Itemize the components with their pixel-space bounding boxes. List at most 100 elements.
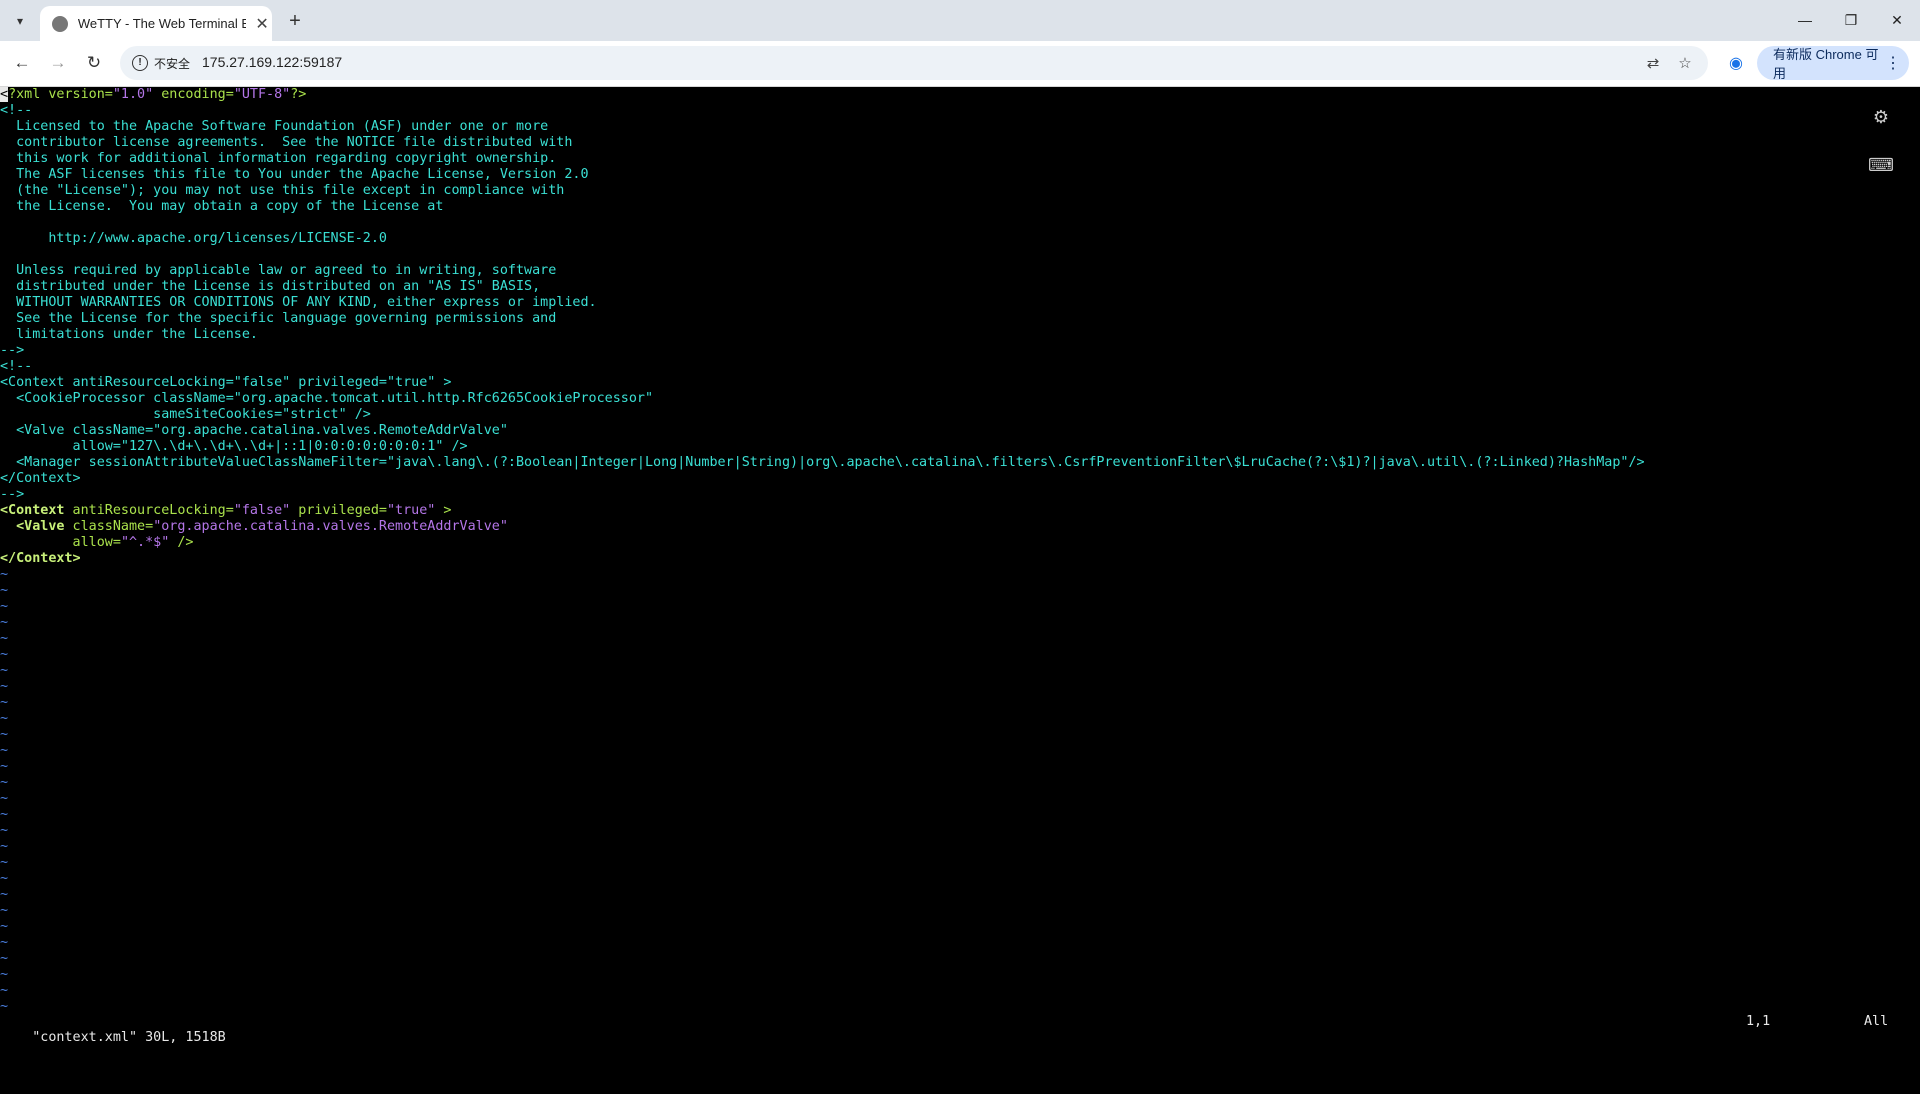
forward-arrow-icon[interactable]: → — [44, 49, 72, 77]
empty-line-tilde: ~ — [0, 727, 9, 742]
update-label: 有新版 Chrome 可用 — [1773, 47, 1879, 81]
terminal-text: antiResourceLocking= — [64, 503, 234, 518]
terminal-text: --> — [0, 487, 25, 502]
empty-line-tilde: ~ — [0, 791, 9, 806]
terminal-line: <Manager sessionAttributeValueClassNameF… — [0, 455, 1645, 471]
empty-line-tilde: ~ — [0, 887, 9, 902]
terminal-text: (the "License"); you may not use this fi… — [0, 183, 565, 198]
empty-line-tilde: ~ — [0, 919, 9, 934]
terminal-text: "true" — [387, 503, 436, 518]
terminal-text: "UTF-8" — [233, 87, 291, 102]
terminal-line: limitations under the License. — [0, 327, 1645, 343]
tab-close-icon[interactable]: ✕ — [252, 14, 272, 34]
status-cursor-position: 1,1 — [1746, 1014, 1771, 1029]
empty-line-tilde: ~ — [0, 631, 9, 646]
keyboard-icon[interactable]: ⌨ — [1868, 153, 1894, 177]
window-minimize-button[interactable]: — — [1782, 0, 1828, 40]
terminal-line: --> — [0, 487, 1645, 503]
empty-line-tilde: ~ — [0, 567, 9, 582]
terminal-text: http://www.apache.org/licenses/LICENSE-2… — [0, 231, 387, 246]
empty-line-tilde: ~ — [0, 871, 9, 886]
empty-line-tilde: ~ — [0, 759, 9, 774]
empty-line-tilde: ~ — [0, 983, 9, 998]
terminal-text: </Context> — [0, 551, 81, 566]
terminal-text: /> — [169, 535, 194, 550]
empty-line-tilde: ~ — [0, 711, 9, 726]
empty-line-tilde: ~ — [0, 903, 9, 918]
new-tab-button[interactable]: + — [281, 8, 309, 36]
terminal-text: The ASF licenses this file to You under … — [0, 167, 589, 182]
terminal-text: ?> — [290, 87, 307, 102]
vim-status-line: "context.xml" 30L, 1518B 1,1 All — [0, 1014, 1920, 1045]
back-arrow-icon[interactable]: ← — [8, 49, 36, 77]
empty-line-tilde: ~ — [0, 663, 9, 678]
empty-line-tilde: ~ — [0, 599, 9, 614]
terminal-text: limitations under the License. — [0, 327, 258, 342]
terminal-line: </Context> — [0, 551, 1645, 567]
terminal-cursor: < — [0, 87, 9, 102]
bookmark-star-icon[interactable]: ☆ — [1674, 52, 1696, 74]
translate-icon[interactable]: ⇄ — [1642, 52, 1664, 74]
terminal-text: contributor license agreements. See the … — [0, 135, 573, 150]
window-close-button[interactable]: ✕ — [1874, 0, 1920, 40]
security-chip[interactable]: ! 不安全 — [126, 51, 196, 75]
empty-line-tilde: ~ — [0, 951, 9, 966]
terminal-line: Licensed to the Apache Software Foundati… — [0, 119, 1645, 135]
terminal-line: http://www.apache.org/licenses/LICENSE-2… — [0, 231, 1645, 247]
terminal-text: --> — [0, 343, 25, 358]
terminal-text: Licensed to the Apache Software Foundati… — [0, 119, 549, 134]
terminal-line: <Context antiResourceLocking="false" pri… — [0, 503, 1645, 519]
terminal-text: <CookieProcessor className="org.apache.t… — [0, 391, 654, 406]
tab-search-chevron-icon[interactable]: ▾ — [8, 9, 32, 33]
empty-line-tilde: ~ — [0, 647, 9, 662]
terminal-text: <Valve — [0, 519, 65, 534]
security-label: 不安全 — [154, 56, 191, 71]
terminal-line: </Context> — [0, 471, 1645, 487]
terminal-text: "org.apache.catalina.valves.RemoteAddrVa… — [153, 519, 508, 534]
profile-avatar-icon[interactable]: ◉ — [1724, 51, 1748, 75]
terminal-screen[interactable]: <?xml version="1.0" encoding="UTF-8"?> <!… — [0, 87, 1920, 1045]
terminal-line: <CookieProcessor className="org.apache.t… — [0, 391, 1645, 407]
terminal-line: allow="127\.\d+\.\d+\.\d+|::1|0:0:0:0:0:… — [0, 439, 1645, 455]
terminal-line: the License. You may obtain a copy of th… — [0, 199, 1645, 215]
empty-line-tilde: ~ — [0, 999, 9, 1014]
terminal-text: "^.*$" — [120, 535, 170, 550]
reload-icon[interactable]: ↻ — [80, 49, 108, 77]
terminal-text: allow="127\.\d+\.\d+\.\d+|::1|0:0:0:0:0:… — [0, 439, 468, 454]
browser-tab[interactable]: WeTTY - The Web Terminal E ✕ — [40, 6, 272, 41]
terminal-text: WITHOUT WARRANTIES OR CONDITIONS OF ANY … — [0, 295, 597, 310]
terminal-text: <Context — [0, 503, 65, 518]
empty-line-tilde: ~ — [0, 679, 9, 694]
terminal-line: Unless required by applicable law or agr… — [0, 263, 1645, 279]
terminal-text: <!-- — [0, 103, 33, 118]
terminal-text: </Context> — [0, 471, 81, 486]
empty-line-tilde: ~ — [0, 583, 9, 598]
empty-line-tilde: ~ — [0, 807, 9, 822]
address-bar[interactable]: ! 不安全 175.27.169.122:59187 ⇄ ☆ — [120, 46, 1708, 80]
gears-icon[interactable]: ⚙ — [1868, 105, 1894, 129]
url-text[interactable]: 175.27.169.122:59187 — [202, 54, 342, 70]
terminal-text: <!-- — [0, 359, 33, 374]
browser-toolbar: ← → ↻ ! 不安全 175.27.169.122:59187 ⇄ ☆ ◉ 有… — [0, 41, 1920, 87]
terminal-text: encoding= — [153, 87, 234, 102]
window-restore-button[interactable]: ❐ — [1828, 0, 1874, 40]
browser-tab-bar: ▾ WeTTY - The Web Terminal E ✕ + — ❐ ✕ — [0, 0, 1920, 41]
terminal-line: <Valve className="org.apache.catalina.va… — [0, 519, 1645, 535]
terminal-text: className= — [64, 519, 154, 534]
terminal-line: <Context antiResourceLocking="false" pri… — [0, 375, 1645, 391]
tab-favicon-icon — [52, 15, 68, 32]
terminal-text: sameSiteCookies="strict" /> — [0, 407, 371, 422]
chrome-update-button[interactable]: 有新版 Chrome 可用 ⋮ — [1757, 46, 1909, 81]
terminal-text: <Context antiResourceLocking="false" pri… — [0, 375, 452, 390]
warning-icon: ! — [132, 55, 148, 71]
empty-line-tilde: ~ — [0, 743, 9, 758]
empty-line-tilde: ~ — [0, 855, 9, 870]
terminal-line: See the License for the specific languag… — [0, 311, 1645, 327]
menu-dots-icon[interactable]: ⋮ — [1885, 53, 1901, 73]
terminal-text: "1.0" — [112, 87, 154, 102]
terminal-text: <Manager sessionAttributeValueClassNameF… — [0, 455, 1645, 470]
terminal-line: sameSiteCookies="strict" /> — [0, 407, 1645, 423]
terminal-text: distributed under the License is distrib… — [0, 279, 541, 294]
terminal-line: (the "License"); you may not use this fi… — [0, 183, 1645, 199]
